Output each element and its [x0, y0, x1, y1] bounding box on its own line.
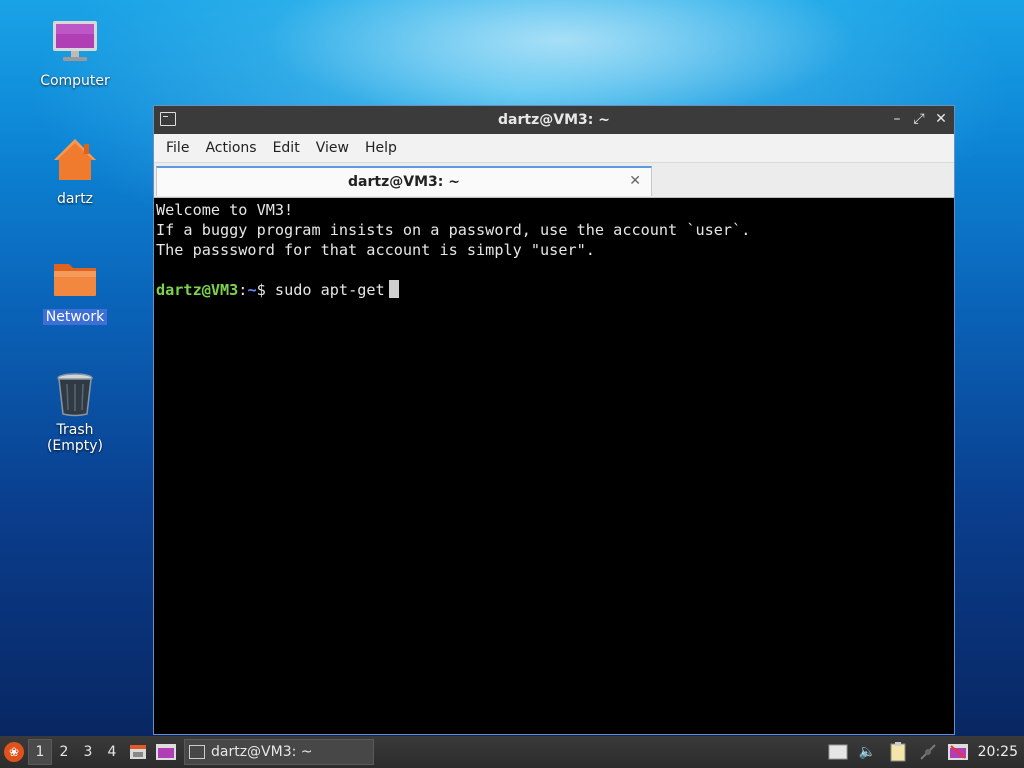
home-folder-icon — [51, 136, 99, 184]
computer-icon — [51, 18, 99, 66]
clock[interactable]: 20:25 — [976, 744, 1018, 760]
terminal-line: If a buggy program insists on a password… — [156, 221, 751, 239]
desktop-icon-label: Computer — [40, 73, 110, 89]
terminal-prompt-line: dartz@VM3:~$ sudo apt-get — [156, 280, 952, 300]
prompt-user-host: dartz@VM3 — [156, 281, 239, 299]
tab-label: dartz@VM3: ~ — [348, 174, 460, 190]
tab-bar: dartz@VM3: ~ ✕ — [154, 163, 954, 198]
minimize-button[interactable]: – — [890, 110, 904, 128]
desktop-icon-label: dartz — [56, 191, 94, 207]
desktop-launcher[interactable] — [152, 739, 180, 765]
terminal-window: dartz@VM3: ~ – ⤢ ✕ File Actions Edit Vie… — [153, 105, 955, 735]
desktop-icon-network[interactable]: Network — [26, 254, 124, 325]
start-menu-button[interactable]: ❀ — [0, 738, 28, 766]
prompt-symbol: $ — [256, 281, 266, 299]
taskbar-task-terminal[interactable]: dartz@VM3: ~ — [184, 739, 374, 765]
desktop-icon-trash[interactable]: Trash (Empty) — [26, 370, 124, 454]
app-menu-icon: ❀ — [4, 742, 24, 762]
maximize-button[interactable]: ⤢ — [912, 110, 926, 128]
close-button[interactable]: ✕ — [934, 110, 948, 128]
file-manager-icon — [130, 745, 146, 759]
prompt-path: ~ — [247, 281, 257, 299]
workspace-2[interactable]: 2 — [52, 739, 76, 765]
terminal-output[interactable]: Welcome to VM3! If a buggy program insist… — [154, 198, 954, 734]
desktop-icon-home[interactable]: dartz — [26, 136, 124, 207]
trash-icon — [51, 370, 99, 418]
menu-help[interactable]: Help — [357, 140, 405, 156]
text-cursor — [388, 280, 399, 298]
network-disconnected-icon[interactable] — [916, 740, 940, 764]
update-notifier-icon[interactable] — [946, 740, 970, 764]
volume-icon[interactable]: 🔈 — [856, 740, 880, 764]
terminal-line: Welcome to VM3! — [156, 201, 294, 219]
terminal-task-icon — [189, 745, 205, 759]
folder-icon — [51, 254, 99, 302]
menu-bar: File Actions Edit View Help — [154, 134, 954, 163]
workspace-4[interactable]: 4 — [100, 739, 124, 765]
desktop-icon-computer[interactable]: Computer — [26, 18, 124, 89]
show-desktop-icon — [156, 744, 176, 760]
system-tray: 🔈 20:25 — [826, 740, 1024, 764]
clipboard-icon[interactable] — [886, 740, 910, 764]
workspace-3[interactable]: 3 — [76, 739, 100, 765]
command-input[interactable]: sudo apt-get — [275, 281, 385, 299]
taskbar: ❀ 1 2 3 4 dartz@VM3: ~ 🔈 20:25 — [0, 736, 1024, 768]
window-title: dartz@VM3: ~ — [498, 112, 610, 128]
tab-close-icon[interactable]: ✕ — [629, 173, 641, 189]
terminal-line: The passsword for that account is simply… — [156, 241, 595, 259]
menu-file[interactable]: File — [158, 140, 197, 156]
menu-view[interactable]: View — [308, 140, 357, 156]
menu-actions[interactable]: Actions — [197, 140, 264, 156]
task-label: dartz@VM3: ~ — [211, 744, 313, 760]
workspace-1[interactable]: 1 — [28, 739, 52, 765]
window-controls: – ⤢ ✕ — [890, 110, 948, 128]
menu-edit[interactable]: Edit — [265, 140, 308, 156]
terminal-app-icon[interactable] — [160, 112, 176, 126]
tab-terminal[interactable]: dartz@VM3: ~ ✕ — [156, 166, 652, 196]
desktop-icon-label: Trash (Empty) — [46, 422, 104, 454]
desktop-icon-label: Network — [42, 309, 108, 325]
window-titlebar[interactable]: dartz@VM3: ~ – ⤢ ✕ — [154, 106, 954, 134]
file-manager-launcher[interactable] — [124, 739, 152, 765]
removable-drive-icon[interactable] — [826, 740, 850, 764]
